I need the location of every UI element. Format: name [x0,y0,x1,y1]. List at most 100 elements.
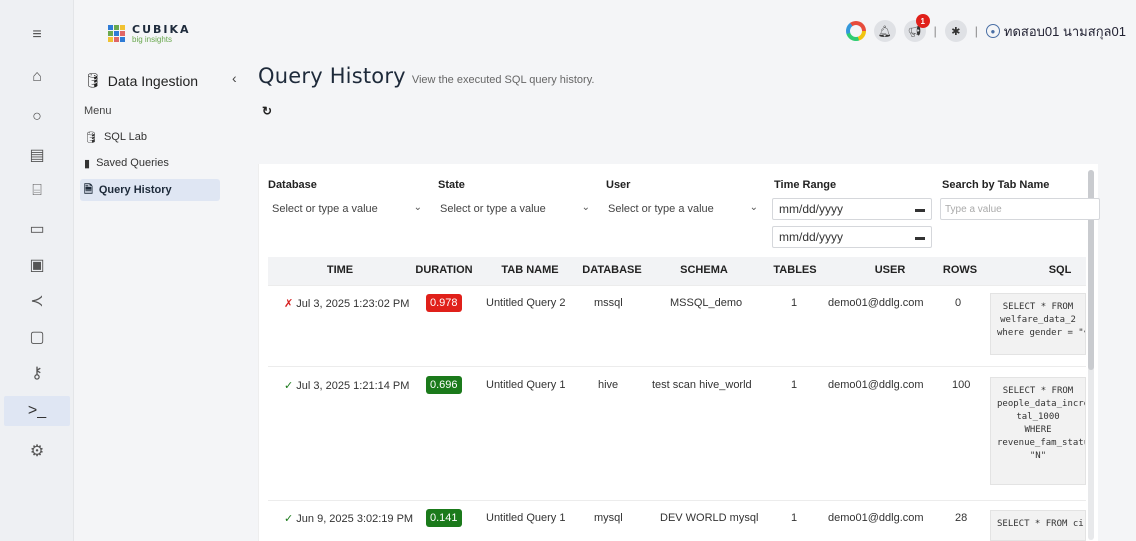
duration-badge: 0.978 [426,294,462,312]
column-header-user[interactable]: USER [850,264,930,276]
tab-name-cell: Untitled Query 2 [486,297,566,309]
code-window-icon[interactable]: ▢ [26,326,48,348]
terminal-icon[interactable]: >_ [4,396,70,426]
column-header-sql[interactable]: SQL [1040,264,1080,276]
database-cell: hive [598,379,619,391]
page-subtitle: View the executed SQL query history. [411,74,595,86]
subnav-item-label: Saved Queries [96,157,169,169]
rows-cell: 28 [955,512,968,524]
database-select[interactable]: Select or type a value ⌄ [268,198,426,220]
column-header-schema[interactable]: SCHEMA [664,264,744,276]
gear-icon[interactable]: ⚙ [26,440,48,462]
tab-name-search-input[interactable] [940,198,1100,220]
check-icon: ✓ [284,513,294,525]
icon-rail: ≡ ⌂ ○ ▤ ⌸ ▭ ▣ ≺ ▢ ⚷ >_ ⚙ [0,0,74,541]
page-header: Query History View the executed SQL quer… [258,64,594,88]
time-text: Jul 3, 2025 1:21:14 PM [296,380,410,392]
divider: | [974,24,978,38]
user-icon: ● [985,24,1000,38]
row-divider [268,285,1086,286]
tables-cell: 1 [791,297,798,309]
content-card [258,164,1098,541]
rows-cell: 100 [952,379,971,391]
database-icon: 🛢︎ [84,72,102,88]
collapse-sidebar-icon[interactable]: ‹ [232,70,237,86]
user-cell: demo01@ddlg.com [828,297,924,309]
column-header-tables[interactable]: TABLES [770,264,820,276]
column-header-database[interactable]: DATABASE [580,264,644,276]
column-header-tab-name[interactable]: TAB NAME [490,264,570,276]
logo-mark-icon [108,25,126,43]
refresh-icon[interactable]: ↻ [262,104,272,118]
home-icon[interactable]: ⌂ [26,66,48,88]
schema-cell: DEV WORLD mysql [660,512,759,524]
menu-icon[interactable]: ≡ [26,24,48,46]
subnav-item-label: SQL Lab [103,131,147,143]
bank-icon[interactable]: ⌸ [26,180,48,202]
announcement-icon[interactable]: 📢︎ 1 [903,14,930,42]
filter-label-search: Search by Tab Name [942,179,1050,191]
sql-preview[interactable]: SELECT * FROM ci [990,510,1086,541]
circle-icon[interactable]: ○ [26,106,48,128]
column-header-rows[interactable]: ROWS [940,264,980,276]
chevron-down-icon: ⌄ [413,202,422,213]
subnav-item-query-history[interactable]: 🗎︎ Query History [80,179,220,201]
bug-icon[interactable]: ✱ [944,20,967,42]
subnav-item-saved-queries[interactable]: ▮ Saved Queries [80,152,220,174]
user-menu[interactable]: ● ทดสอบ01 นามสกุล01 [985,21,1126,42]
logo[interactable]: CUBIKA big insights [108,24,191,44]
date-placeholder: mm/dd/yyyy [779,230,844,244]
notification-badge: 1 [915,14,930,28]
server-icon[interactable]: ▤ [26,144,48,166]
subnav-item-sql-lab[interactable]: 🛢︎ SQL Lab [80,126,220,148]
select-placeholder: Select or type a value [440,203,546,215]
sql-preview[interactable]: SELECT * FROM people_data_increr tal_100… [990,377,1086,485]
row-divider [268,366,1086,367]
column-header-duration[interactable]: DURATION [412,264,476,276]
scrollbar[interactable] [1088,170,1094,540]
row-divider [268,500,1086,501]
check-icon: ✓ [284,380,294,392]
filter-label-time-range: Time Range [774,179,837,191]
files-icon[interactable]: ▣ [26,254,48,276]
error-icon: ✗ [284,298,294,310]
chevron-down-icon: ⌄ [749,202,758,213]
sub-sidebar: 🛢︎ Data Ingestion Menu 🛢︎ SQL Lab ▮ Save… [74,68,234,541]
share-icon[interactable]: ≺ [26,290,48,312]
rows-cell: 0 [955,297,962,309]
calendar-icon[interactable]: ▬ [915,204,925,215]
user-cell: demo01@ddlg.com [828,379,924,391]
column-header-time[interactable]: TIME [300,264,380,276]
date-to-input[interactable]: mm/dd/yyyy ▬ [772,226,932,248]
section-title: 🛢︎ Data Ingestion [84,72,198,89]
filter-label-user: User [606,179,631,191]
subnav-item-label: Query History [98,184,172,196]
status-ring-icon[interactable] [845,21,866,41]
bell-icon[interactable]: 🔔︎ [873,20,896,42]
logo-subtitle: big insights [132,35,173,44]
calendar-icon[interactable]: ▬ [915,232,925,243]
user-select[interactable]: Select or type a value ⌄ [604,198,762,220]
filter-label-state: State [438,179,465,191]
table-row-time: ✓ Jul 3, 2025 1:21:14 PM [284,379,409,392]
database-icon: 🛢︎ [84,131,98,144]
tray-icon[interactable]: ▭ [26,218,48,240]
database-cell: mssql [594,297,623,309]
menu-label: Menu [84,105,112,117]
database-cell: mysql [594,512,623,524]
select-placeholder: Select or type a value [272,203,378,215]
chevron-down-icon: ⌄ [581,202,590,213]
table-row-time: ✗ Jul 3, 2025 1:23:02 PM [284,297,409,310]
key-icon[interactable]: ⚷ [26,362,48,384]
user-name: ทดสอบ01 นามสกุล01 [1003,23,1126,39]
divider: | [933,24,937,38]
date-from-input[interactable]: mm/dd/yyyy ▬ [772,198,932,220]
duration-badge: 0.696 [426,376,462,394]
state-select[interactable]: Select or type a value ⌄ [436,198,594,220]
sql-preview[interactable]: SELECT * FROM welfare_data_2 where gende… [990,293,1086,355]
tab-name-cell: Untitled Query 1 [486,512,566,524]
schema-cell: MSSQL_demo [670,297,743,309]
section-title-text: Data Ingestion [107,72,199,89]
filter-label-database: Database [268,179,317,191]
select-placeholder: Select or type a value [608,203,714,215]
